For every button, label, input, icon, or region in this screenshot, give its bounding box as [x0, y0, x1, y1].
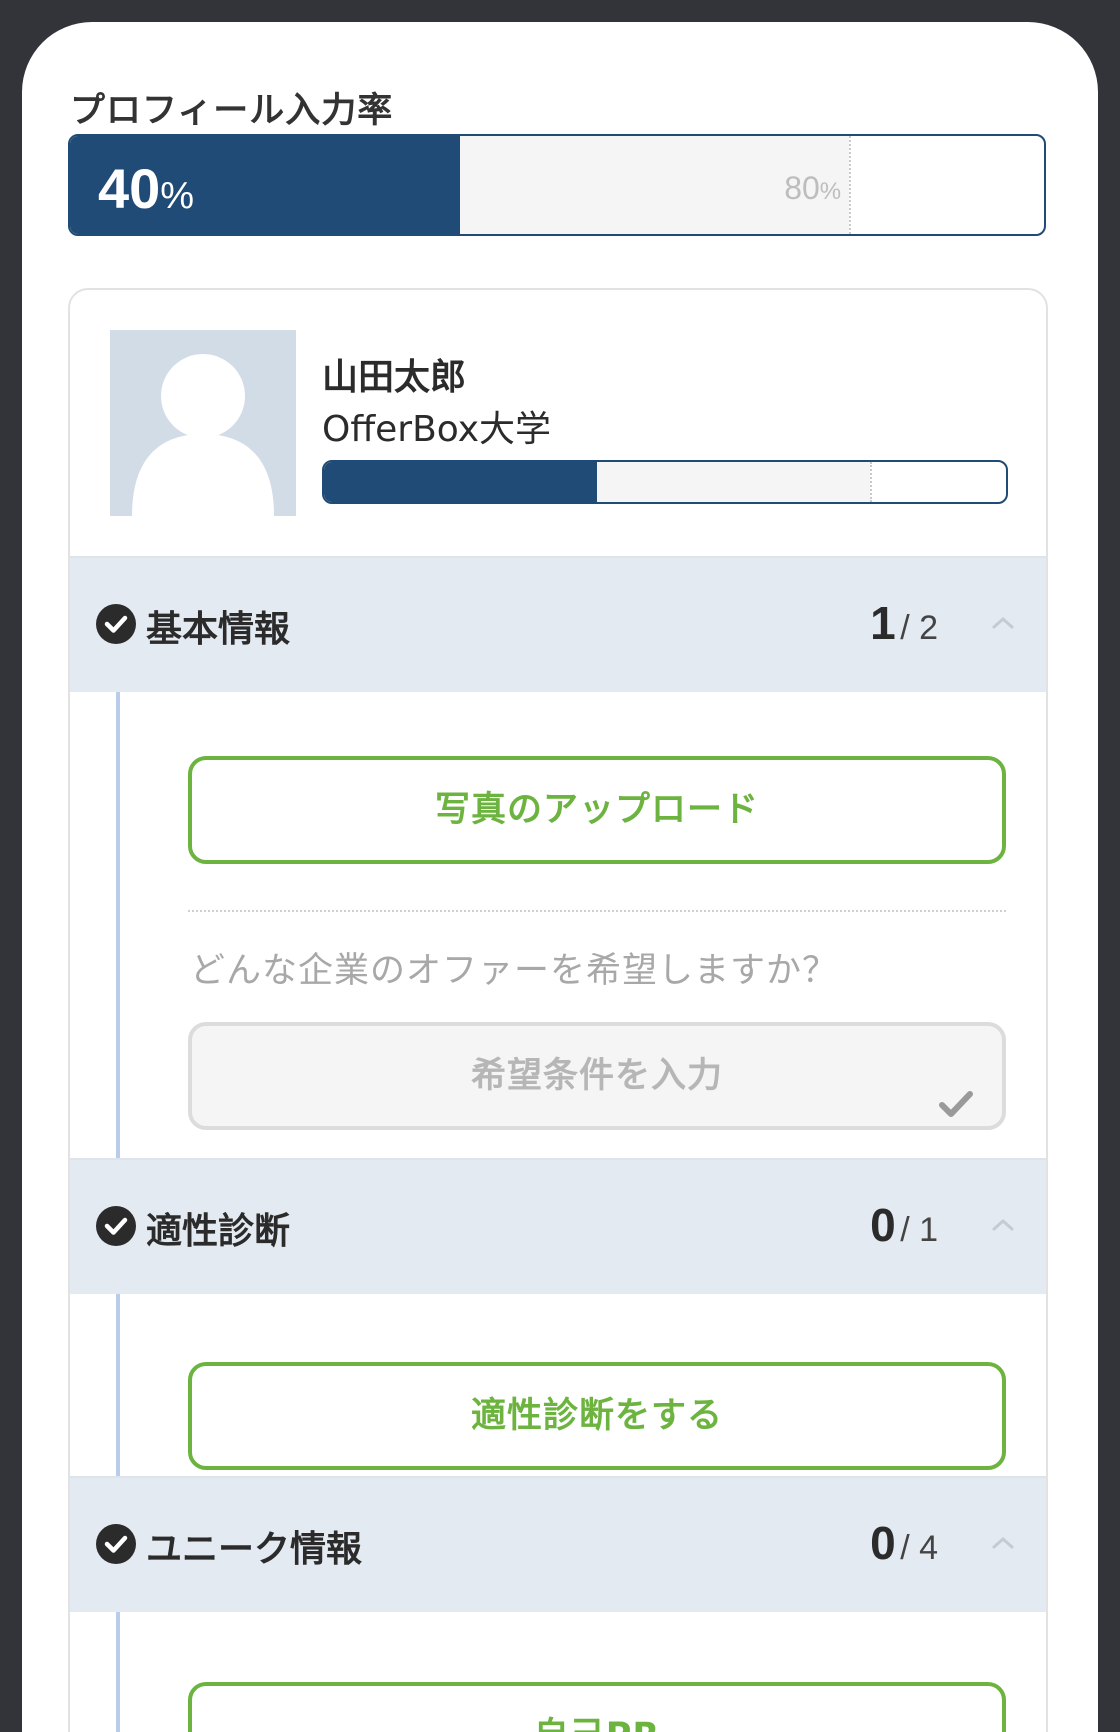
section-title: 適性診断 [146, 1211, 291, 1252]
upload-photo-button[interactable]: 写真のアップロード [188, 756, 1006, 864]
section-count-done: 1 [870, 597, 896, 649]
user-name: 山田太郎 [322, 357, 467, 398]
section-count: 0 / 4 [870, 1516, 938, 1570]
progress-target-marker [849, 136, 852, 234]
user-progress-target-marker [869, 462, 872, 502]
section-count-total: / 2 [900, 609, 938, 647]
check-circle-icon [96, 604, 136, 644]
progress-target-label: 80% [784, 170, 841, 207]
section-count-done: 0 [870, 1199, 896, 1251]
enter-preferences-button[interactable]: 希望条件を入力 [188, 1022, 1006, 1130]
enter-preferences-label: 希望条件を入力 [470, 1056, 723, 1096]
check-circle-icon [96, 1206, 136, 1246]
profile-card: 山田太郎 OfferBox大学 基本情報 1 / 2 写真のアップロード どんな… [68, 288, 1048, 1732]
section-header-basic-info[interactable]: 基本情報 1 / 2 [70, 556, 1046, 692]
offer-preference-prompt: どんな企業のオファーを希望しますか？ [190, 951, 839, 991]
checkmark-icon [936, 1060, 976, 1117]
avatar-placeholder-icon[interactable] [110, 330, 296, 516]
profile-completion-bar: 40% 80% [68, 134, 1046, 236]
chevron-up-icon[interactable] [988, 1528, 1018, 1558]
section-title: 基本情報 [146, 609, 291, 650]
user-progress-bar [322, 460, 1008, 504]
screen: プロフィール入力率 40% 80% 山田太郎 OfferBox大学 基本情報 1… [22, 22, 1098, 1732]
self-pr-button[interactable]: 自己PR [188, 1682, 1006, 1732]
chevron-up-icon[interactable] [988, 608, 1018, 638]
section-title: ユニーク情報 [146, 1529, 363, 1570]
page-title: プロフィール入力率 [70, 91, 394, 131]
user-progress-fill [324, 462, 597, 502]
section-count: 0 / 1 [870, 1198, 938, 1252]
section-count: 1 / 2 [870, 596, 938, 650]
chevron-up-icon[interactable] [988, 1210, 1018, 1240]
progress-value: 40 [98, 157, 161, 220]
section-header-aptitude[interactable]: 適性診断 0 / 1 [70, 1158, 1046, 1294]
progress-unit: % [160, 175, 195, 217]
take-aptitude-test-button[interactable]: 適性診断をする [188, 1362, 1006, 1470]
section-header-unique-info[interactable]: ユニーク情報 0 / 4 [70, 1476, 1046, 1612]
progress-target-value: 80 [784, 170, 820, 206]
user-school: OfferBox大学 [322, 409, 552, 450]
section-count-total: / 1 [900, 1211, 938, 1249]
progress-percentage: 40% [98, 156, 194, 221]
check-circle-icon [96, 1524, 136, 1564]
progress-target-unit: % [819, 178, 842, 205]
divider [188, 910, 1006, 912]
section-count-total: / 4 [900, 1529, 938, 1567]
section-count-done: 0 [870, 1517, 896, 1569]
device-frame: プロフィール入力率 40% 80% 山田太郎 OfferBox大学 基本情報 1… [0, 0, 1120, 1732]
